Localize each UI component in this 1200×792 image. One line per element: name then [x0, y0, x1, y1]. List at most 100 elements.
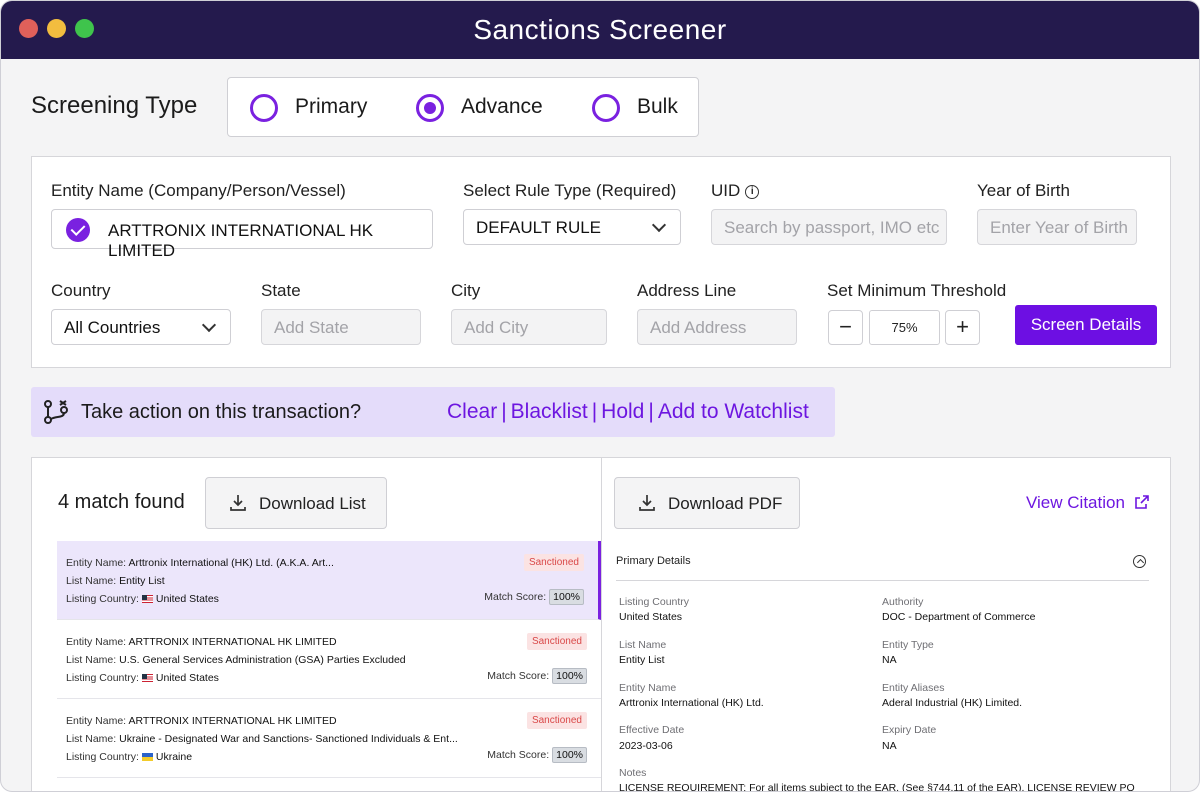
country-value: All Countries: [64, 318, 161, 337]
download-icon: [230, 495, 246, 511]
view-citation-label: View Citation: [1026, 493, 1125, 512]
entity-value: ARTTRONIX INTERNATIONAL HK LIMITED: [128, 715, 337, 727]
radio-bulk-label[interactable]: Bulk: [637, 95, 678, 119]
notes-value: LICENSE REQUIREMENT: For all items subje…: [619, 782, 1135, 792]
year-of-birth-label: Year of Birth: [977, 181, 1070, 200]
download-pdf-button[interactable]: Download PDF: [614, 477, 800, 529]
year-of-birth-input[interactable]: Enter Year of Birth: [977, 209, 1137, 245]
add-to-watchlist-link[interactable]: Add to Watchlist: [658, 400, 809, 423]
result-entity: Entity Name: ARTTRONIX INTERNATIONAL HK …: [66, 715, 337, 727]
list-value: U.S. General Services Administration (GS…: [119, 654, 406, 666]
result-item[interactable]: Entity Name: ARTTRONIX INTERNATIONAL HK …: [57, 699, 601, 778]
rule-type-value: DEFAULT RULE: [476, 218, 602, 237]
entity-name-label: Entity Name (Company/Person/Vessel): [51, 181, 346, 200]
entity-name-field[interactable]: ARTTRONIX INTERNATIONAL HK LIMITED: [51, 209, 433, 260]
country-value: United States: [155, 593, 219, 605]
radio-advance[interactable]: [416, 94, 444, 122]
status-badge: Sanctioned: [526, 633, 587, 650]
listing-country-key: Listing Country: [619, 596, 690, 608]
radio-primary-label[interactable]: Primary: [295, 95, 367, 119]
result-entity: Entity Name: ARTTRONIX INTERNATIONAL HK …: [66, 636, 337, 648]
uid-label: UID i: [711, 181, 760, 201]
threshold-label: Set Minimum Threshold: [827, 281, 1007, 300]
rule-type-select[interactable]: DEFAULT RULE: [463, 209, 681, 245]
authority-value: DOC - Department of Commerce: [882, 611, 1036, 623]
blacklist-link[interactable]: Blacklist: [511, 400, 588, 423]
result-item[interactable]: Entity Name: Arttronix International (HK…: [57, 541, 601, 620]
authority-key: Authority: [882, 596, 924, 608]
entity-key: Entity Name:: [66, 636, 127, 648]
entity-value: ARTTRONIX INTERNATIONAL HK LIMITED: [128, 636, 337, 648]
year-of-birth-placeholder: Enter Year of Birth: [990, 218, 1128, 237]
country-select[interactable]: All Countries: [51, 309, 231, 345]
chevron-down-icon: [651, 217, 667, 233]
info-icon[interactable]: i: [745, 185, 760, 199]
match-score: Match Score: 100%: [484, 589, 584, 605]
clear-link[interactable]: Clear: [447, 400, 497, 423]
state-label: State: [261, 281, 301, 300]
radio-bulk[interactable]: [592, 94, 620, 122]
screen-details-button[interactable]: Screen Details: [1015, 305, 1157, 345]
result-country: Listing Country: United States: [66, 672, 219, 684]
threshold-increase-button[interactable]: +: [945, 310, 980, 345]
city-label: City: [451, 281, 481, 300]
threshold-decrease-button[interactable]: −: [828, 310, 863, 345]
list-name-value: Entity List: [619, 654, 665, 666]
download-list-button[interactable]: Download List: [205, 477, 387, 529]
match-count: 4 match found: [58, 491, 185, 513]
us-flag-icon: [141, 674, 153, 682]
result-entity: Entity Name: Arttronix International (HK…: [66, 557, 334, 569]
chevron-down-icon: [201, 317, 217, 333]
score-value: 100%: [552, 747, 587, 763]
collapse-chevron-up-icon[interactable]: [1133, 555, 1146, 568]
view-citation-link[interactable]: View Citation: [1026, 493, 1150, 513]
score-value: 100%: [549, 589, 584, 605]
state-placeholder: Add State: [274, 318, 349, 337]
expiry-date-value: NA: [882, 740, 897, 752]
radio-primary[interactable]: [250, 94, 278, 122]
action-bar: Take action on this transaction? Clear | B…: [31, 387, 835, 437]
country-key: Listing Country:: [66, 751, 139, 763]
country-value: Ukraine: [155, 751, 193, 763]
external-link-icon: [1134, 495, 1149, 509]
country-value: United States: [155, 672, 219, 684]
download-list-label: Download List: [259, 494, 366, 513]
notes-key: Notes: [619, 767, 647, 779]
list-value: Entity List: [119, 575, 165, 587]
entity-aliases-value: Aderal Industrial (HK) Limited.: [882, 697, 1023, 709]
result-item[interactable]: Entity Name: ARTTRONIX INTERNATIONAL HK …: [57, 620, 601, 699]
app-window: Sanctions Screener Screening Type Primar…: [0, 0, 1200, 792]
download-pdf-label: Download PDF: [668, 494, 783, 513]
state-input[interactable]: Add State: [261, 309, 421, 345]
action-links: Clear | Blacklist | Hold | Add to Watchlist: [447, 400, 809, 424]
title-bar: Sanctions Screener: [1, 1, 1199, 59]
hold-link[interactable]: Hold: [601, 400, 644, 423]
uid-placeholder: Search by passport, IMO etc: [724, 218, 940, 237]
link-separator: |: [591, 400, 598, 423]
check-icon: [66, 218, 90, 242]
link-separator: |: [648, 400, 654, 423]
uid-input[interactable]: Search by passport, IMO etc: [711, 209, 947, 245]
country-key: Listing Country:: [66, 593, 139, 605]
screening-type-label: Screening Type: [31, 92, 198, 119]
city-input[interactable]: Add City: [451, 309, 607, 345]
entity-name-value: ARTTRONIX INTERNATIONAL HK LIMITED: [108, 221, 374, 260]
us-flag-icon: [141, 595, 153, 603]
radio-advance-label[interactable]: Advance: [461, 95, 543, 119]
status-badge: Sanctioned: [523, 554, 584, 571]
list-key: List Name:: [66, 733, 117, 745]
status-badge: Sanctioned: [526, 712, 587, 729]
result-list: List Name: Entity List: [66, 575, 165, 587]
list-key: List Name:: [66, 575, 117, 587]
threshold-value[interactable]: 75%: [869, 310, 940, 345]
entity-type-value: NA: [882, 654, 897, 666]
primary-details-title: Primary Details: [616, 555, 691, 567]
result-country: Listing Country: United States: [66, 593, 219, 605]
address-input[interactable]: Add Address: [637, 309, 797, 345]
score-key: Match Score:: [487, 749, 550, 761]
country-label: Country: [51, 281, 111, 300]
link-separator: |: [501, 400, 507, 423]
uid-label-text: UID: [711, 181, 741, 200]
result-country: Listing Country: Ukraine: [66, 751, 192, 763]
action-prompt: Take action on this transaction?: [81, 401, 362, 423]
